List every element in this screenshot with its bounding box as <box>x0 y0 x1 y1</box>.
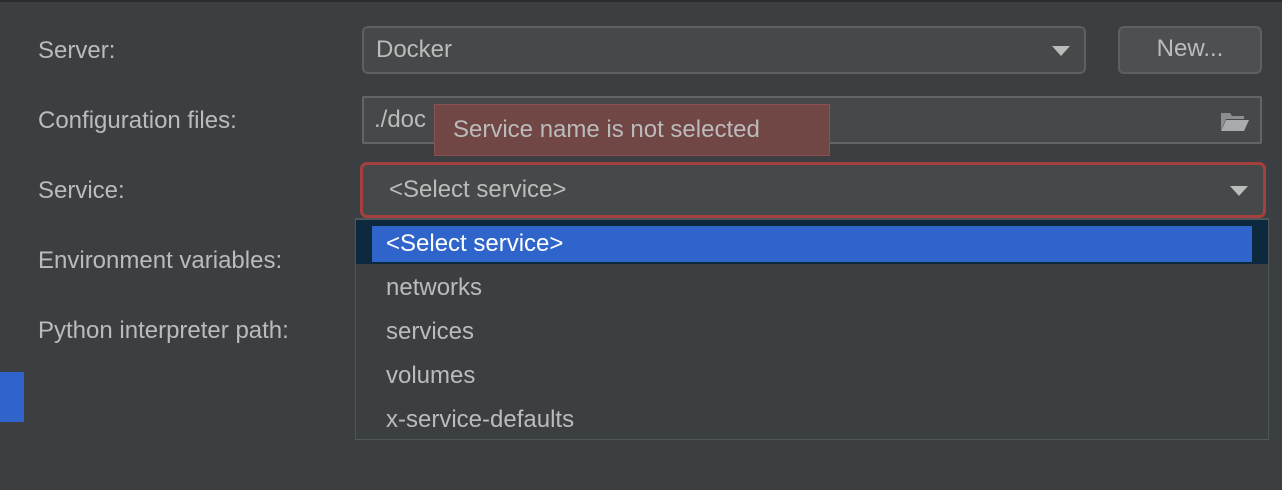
dropdown-option-x-service-defaults[interactable]: x-service-defaults <box>372 402 1252 438</box>
validation-error-tooltip: Service name is not selected <box>434 104 830 156</box>
dropdown-option-volumes[interactable]: volumes <box>372 358 1252 394</box>
new-server-button[interactable]: New... <box>1118 26 1262 74</box>
server-combobox-value: Docker <box>376 36 453 63</box>
config-files-value: ./doc <box>374 106 427 133</box>
env-vars-label: Environment variables: <box>38 247 283 274</box>
service-dropdown-list: <Select service> networks services volum… <box>355 218 1269 440</box>
left-selection-accent <box>0 372 24 422</box>
python-path-label: Python interpreter path: <box>38 317 289 344</box>
folder-open-icon[interactable] <box>1220 110 1250 132</box>
service-combobox-value: <Select service> <box>389 176 567 203</box>
service-label: Service: <box>38 177 125 204</box>
chevron-down-icon <box>1052 46 1070 56</box>
server-label: Server: <box>38 37 116 64</box>
config-files-label: Configuration files: <box>38 107 237 134</box>
chevron-down-icon <box>1230 186 1248 196</box>
window-top-edge <box>0 0 1282 2</box>
dropdown-option-networks[interactable]: networks <box>372 270 1252 306</box>
dropdown-option-select-service[interactable]: <Select service> <box>372 226 1252 262</box>
dropdown-option-services[interactable]: services <box>372 314 1252 350</box>
service-combobox[interactable]: <Select service> <box>360 162 1266 218</box>
server-combobox[interactable]: Docker <box>362 26 1086 74</box>
